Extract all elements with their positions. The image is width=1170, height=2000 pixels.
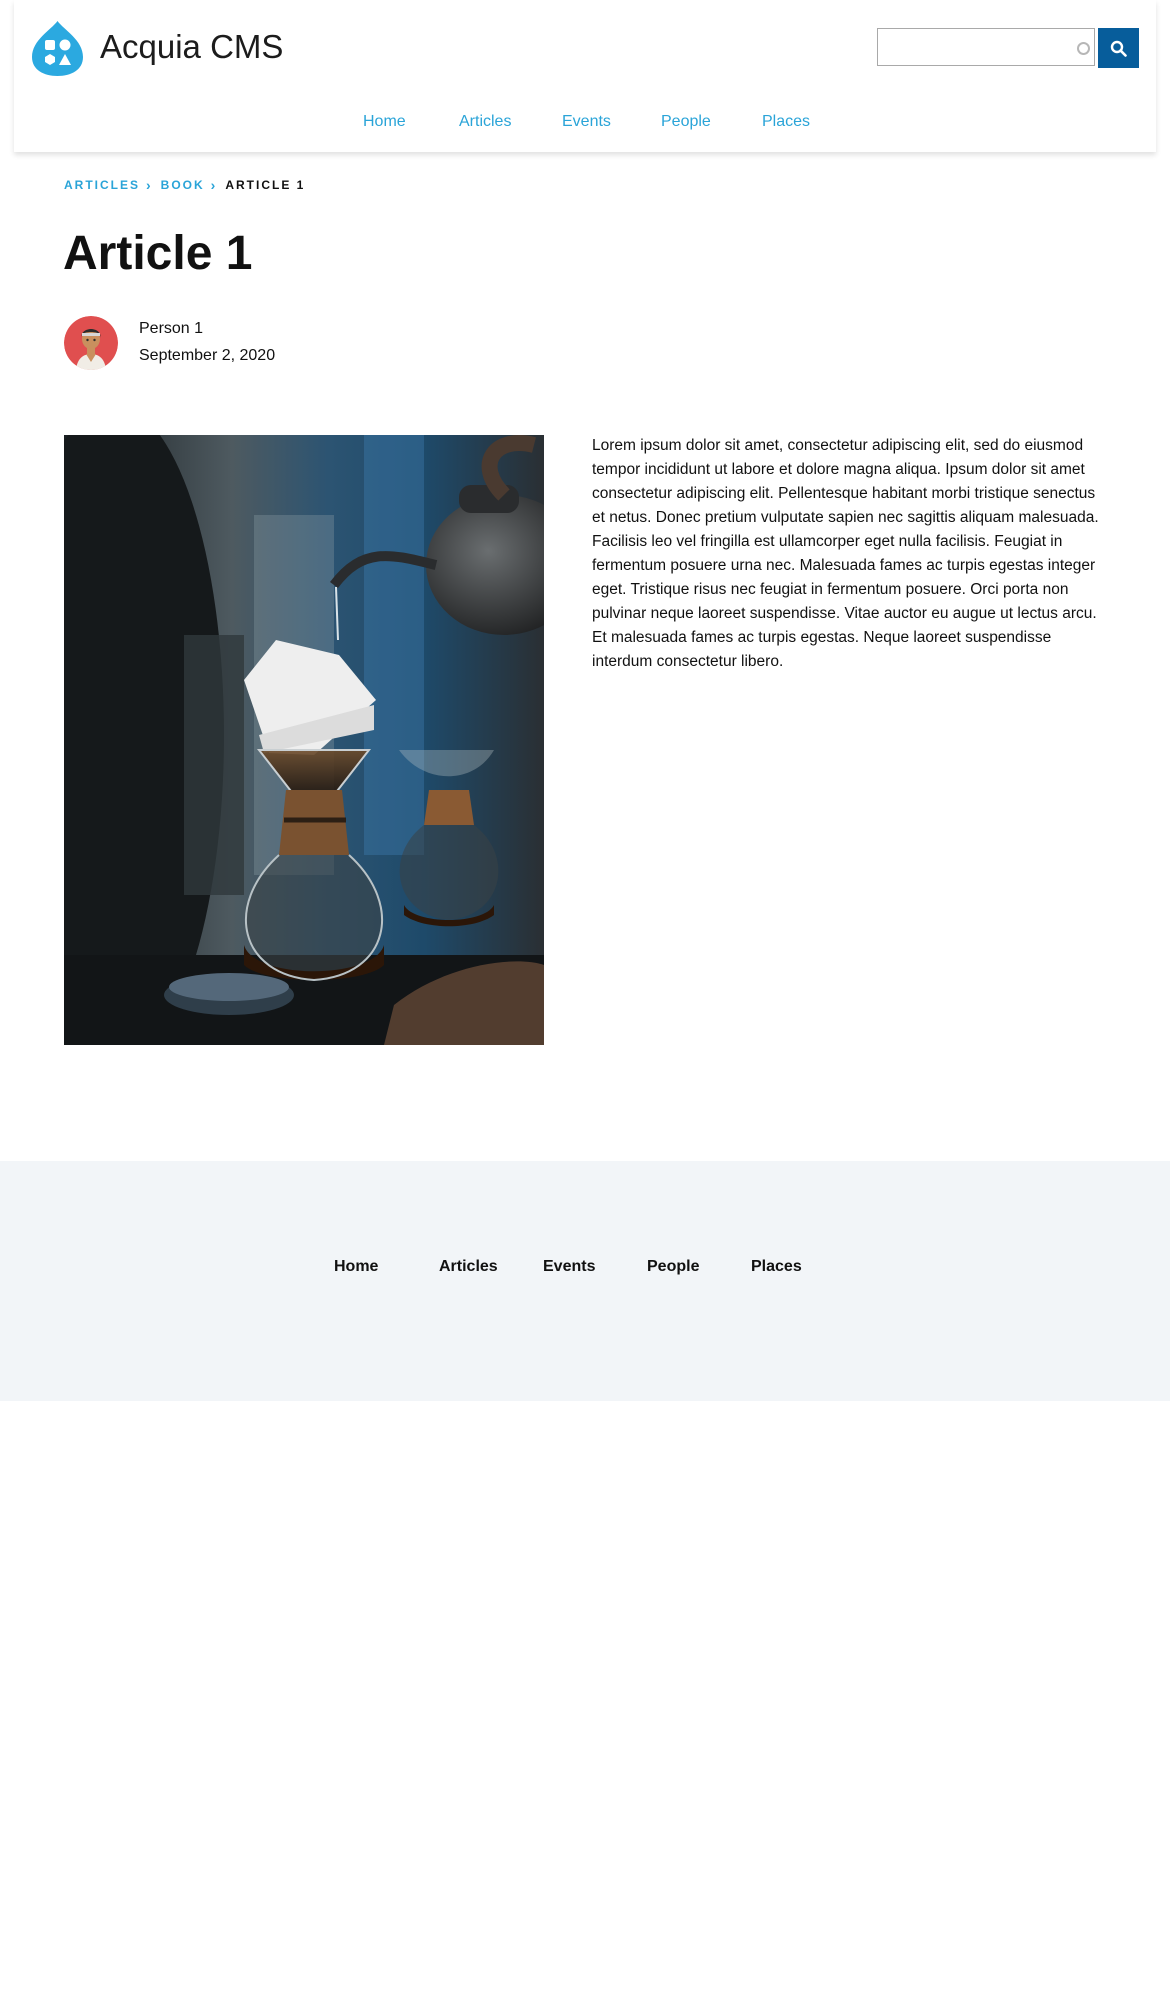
nav-link-home[interactable]: Home bbox=[363, 113, 406, 131]
footer-link-home[interactable]: Home bbox=[334, 1258, 378, 1276]
search-loading-indicator bbox=[1077, 42, 1090, 55]
nav-link-people[interactable]: People bbox=[661, 113, 711, 131]
footer-link-events[interactable]: Events bbox=[543, 1258, 595, 1276]
breadcrumb-link-articles[interactable]: ARTICLES bbox=[64, 178, 140, 192]
nav-link-places[interactable]: Places bbox=[762, 113, 810, 131]
search-input[interactable] bbox=[878, 29, 1068, 65]
site-footer: Home Articles Events People Places bbox=[0, 1161, 1170, 1401]
page-title: Article 1 bbox=[63, 227, 253, 280]
footer-link-articles[interactable]: Articles bbox=[439, 1258, 498, 1276]
chevron-right-icon: › bbox=[146, 177, 151, 193]
person-avatar-icon bbox=[64, 316, 118, 370]
publish-date: September 2, 2020 bbox=[139, 347, 276, 364]
drupal-drop-icon bbox=[32, 21, 83, 76]
breadcrumb: ARTICLES › BOOK › ARTICLE 1 bbox=[64, 177, 306, 193]
coffee-pour-over-photo bbox=[64, 435, 544, 1045]
footer-link-places[interactable]: Places bbox=[751, 1258, 802, 1276]
author-name[interactable]: Person 1 bbox=[139, 320, 203, 338]
chevron-right-icon: › bbox=[210, 177, 216, 193]
site-header: Acquia CMS Home Articles Events People P… bbox=[14, 0, 1156, 152]
breadcrumb-current: ARTICLE 1 bbox=[225, 178, 306, 192]
breadcrumb-link-book[interactable]: BOOK bbox=[161, 178, 205, 192]
article-image bbox=[64, 435, 544, 1045]
nav-link-articles[interactable]: Articles bbox=[459, 113, 511, 131]
site-logo[interactable] bbox=[31, 20, 84, 77]
search-box bbox=[877, 28, 1095, 66]
article-body: Lorem ipsum dolor sit amet, consectetur … bbox=[592, 437, 1099, 670]
magnifier-icon bbox=[1110, 40, 1127, 57]
site-name[interactable]: Acquia CMS bbox=[100, 25, 283, 69]
avatar bbox=[64, 316, 118, 370]
nav-link-events[interactable]: Events bbox=[562, 113, 611, 131]
search-button[interactable] bbox=[1098, 28, 1139, 68]
footer-link-people[interactable]: People bbox=[647, 1258, 699, 1276]
